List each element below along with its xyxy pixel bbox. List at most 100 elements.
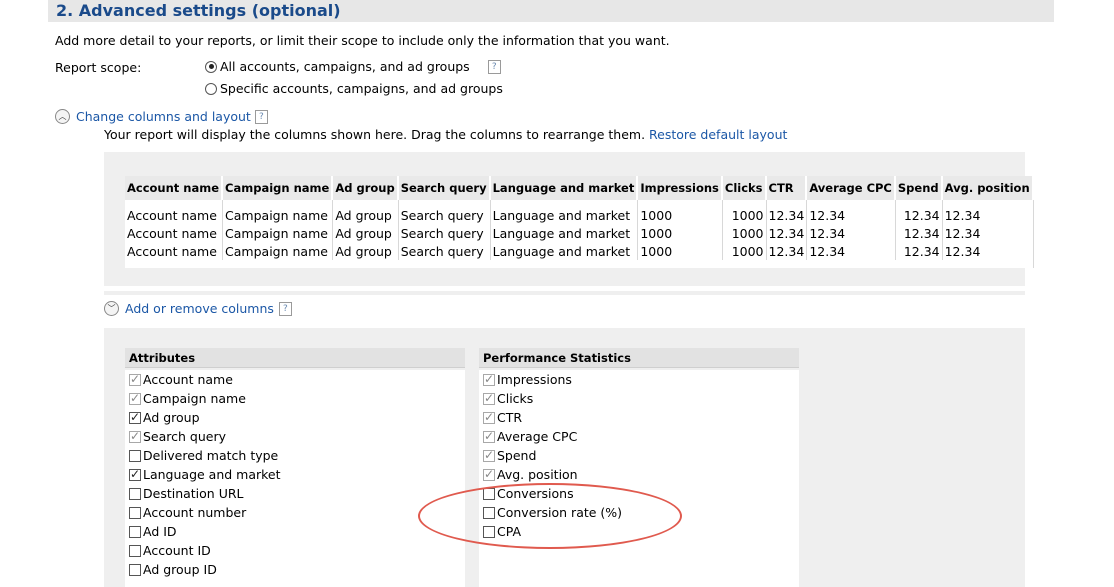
table-cell: 12.34 <box>807 224 896 242</box>
table-cell: 12.34 <box>807 242 896 260</box>
help-icon[interactable]: ? <box>254 109 268 124</box>
performance-item-conversion-rate[interactable]: Conversion rate (%) <box>479 503 799 522</box>
table-cell: 1000 <box>723 200 767 224</box>
radio-specific[interactable] <box>205 82 217 95</box>
column-header-language-market[interactable]: Language and market <box>490 176 639 200</box>
attribute-label: Account number <box>143 505 247 520</box>
table-cell: Campaign name <box>223 224 334 242</box>
table-row: Account name Campaign name Ad group Sear… <box>125 200 1034 224</box>
attribute-label: Campaign name <box>143 391 246 406</box>
attribute-label: Account ID <box>143 543 211 558</box>
table-cell: Search query <box>399 242 491 260</box>
performance-label: CPA <box>497 524 522 539</box>
attribute-item-destination-url[interactable]: Destination URL <box>125 484 465 503</box>
performance-label: Conversion rate (%) <box>497 505 623 520</box>
section-divider <box>104 291 1025 295</box>
attribute-item-campaign-name[interactable]: Campaign name <box>125 389 465 408</box>
table-cell: Language and market <box>491 200 639 224</box>
add-remove-columns-toggle[interactable]: ﹀ Add or remove columns ? <box>104 301 292 316</box>
checkbox[interactable] <box>129 392 141 405</box>
table-cell: 12.34 <box>896 200 943 224</box>
attribute-item-ad-group[interactable]: Ad group <box>125 408 465 427</box>
attribute-label: Destination URL <box>143 486 244 501</box>
checkbox[interactable] <box>129 544 141 557</box>
attribute-item-account-name[interactable]: Account name <box>125 370 465 389</box>
checkbox[interactable] <box>129 449 141 462</box>
column-header-ctr[interactable]: CTR <box>766 176 808 200</box>
performance-item-avg-position[interactable]: Avg. position <box>479 465 799 484</box>
help-icon[interactable]: ? <box>278 301 292 316</box>
intro-text: Add more detail to your reports, or limi… <box>55 33 670 48</box>
attributes-header: Attributes <box>125 348 465 368</box>
section-header: 2. Advanced settings (optional) <box>48 0 1054 22</box>
checkbox[interactable] <box>483 430 495 443</box>
checkbox[interactable] <box>129 468 141 481</box>
checkbox[interactable] <box>129 487 141 500</box>
performance-label: Avg. position <box>497 467 578 482</box>
attribute-label: Language and market <box>143 467 281 482</box>
performance-item-clicks[interactable]: Clicks <box>479 389 799 408</box>
checkbox[interactable] <box>129 506 141 519</box>
column-header-impressions[interactable]: Impressions <box>638 176 723 200</box>
column-header-average-cpc[interactable]: Average CPC <box>807 176 896 200</box>
columns-description: Your report will display the columns sho… <box>104 127 787 142</box>
table-cell: Ad group <box>333 242 399 260</box>
performance-item-conversions[interactable]: Conversions <box>479 484 799 503</box>
checkbox[interactable] <box>129 563 141 576</box>
preview-table[interactable]: Account name Campaign name Ad group Sear… <box>125 176 1034 268</box>
restore-default-layout-link[interactable]: Restore default layout <box>649 127 787 142</box>
scope-option-all[interactable]: All accounts, campaigns, and ad groups ? <box>205 59 501 74</box>
table-cell: Search query <box>399 224 491 242</box>
checkbox[interactable] <box>483 411 495 424</box>
attribute-item-language-market[interactable]: Language and market <box>125 465 465 484</box>
checkbox[interactable] <box>129 411 141 424</box>
checkbox[interactable] <box>483 449 495 462</box>
checkbox[interactable] <box>483 373 495 386</box>
table-cell: 12.34 <box>767 242 808 260</box>
performance-item-ctr[interactable]: CTR <box>479 408 799 427</box>
table-cell: 1000 <box>638 224 723 242</box>
checkbox[interactable] <box>129 430 141 443</box>
attribute-label: Ad group ID <box>143 562 217 577</box>
expand-down-icon[interactable]: ﹀ <box>104 301 119 316</box>
checkbox[interactable] <box>483 487 495 500</box>
change-columns-toggle[interactable]: ︿ Change columns and layout ? <box>55 109 268 124</box>
scope-option-all-label: All accounts, campaigns, and ad groups <box>220 59 470 74</box>
attribute-item-account-number[interactable]: Account number <box>125 503 465 522</box>
change-columns-link[interactable]: Change columns and layout <box>76 109 251 124</box>
table-cell: Account name <box>125 224 224 242</box>
column-header-search-query[interactable]: Search query <box>398 176 491 200</box>
checkbox[interactable] <box>483 468 495 481</box>
checkbox[interactable] <box>483 506 495 519</box>
column-header-clicks[interactable]: Clicks <box>722 176 767 200</box>
table-cell: 12.34 <box>896 224 943 242</box>
column-header-spend[interactable]: Spend <box>895 176 943 200</box>
performance-item-spend[interactable]: Spend <box>479 446 799 465</box>
performance-item-average-cpc[interactable]: Average CPC <box>479 427 799 446</box>
attribute-item-account-id[interactable]: Account ID <box>125 541 465 560</box>
table-cell: 12.34 <box>943 242 1034 260</box>
table-cell: 1000 <box>638 242 723 260</box>
checkbox[interactable] <box>483 525 495 538</box>
column-header-ad-group[interactable]: Ad group <box>333 176 399 200</box>
checkbox[interactable] <box>129 525 141 538</box>
performance-item-cpa[interactable]: CPA <box>479 522 799 541</box>
attribute-item-delivered-match-type[interactable]: Delivered match type <box>125 446 465 465</box>
performance-statistics-header: Performance Statistics <box>479 348 799 368</box>
attribute-item-search-query[interactable]: Search query <box>125 427 465 446</box>
table-cell: 1000 <box>723 242 767 260</box>
table-cell: 12.34 <box>896 242 943 260</box>
collapse-up-icon[interactable]: ︿ <box>55 109 70 124</box>
column-header-campaign-name[interactable]: Campaign name <box>223 176 334 200</box>
performance-item-impressions[interactable]: Impressions <box>479 370 799 389</box>
attribute-item-ad-id[interactable]: Ad ID <box>125 522 465 541</box>
scope-option-specific[interactable]: Specific accounts, campaigns, and ad gro… <box>205 81 503 96</box>
attribute-item-ad-group-id[interactable]: Ad group ID <box>125 560 465 579</box>
column-header-avg-position[interactable]: Avg. position <box>942 176 1034 200</box>
checkbox[interactable] <box>483 392 495 405</box>
column-header-account-name[interactable]: Account name <box>125 176 224 200</box>
checkbox[interactable] <box>129 373 141 386</box>
radio-all-selected[interactable] <box>205 60 217 73</box>
help-icon[interactable]: ? <box>487 59 501 74</box>
add-remove-columns-link[interactable]: Add or remove columns <box>125 301 274 316</box>
